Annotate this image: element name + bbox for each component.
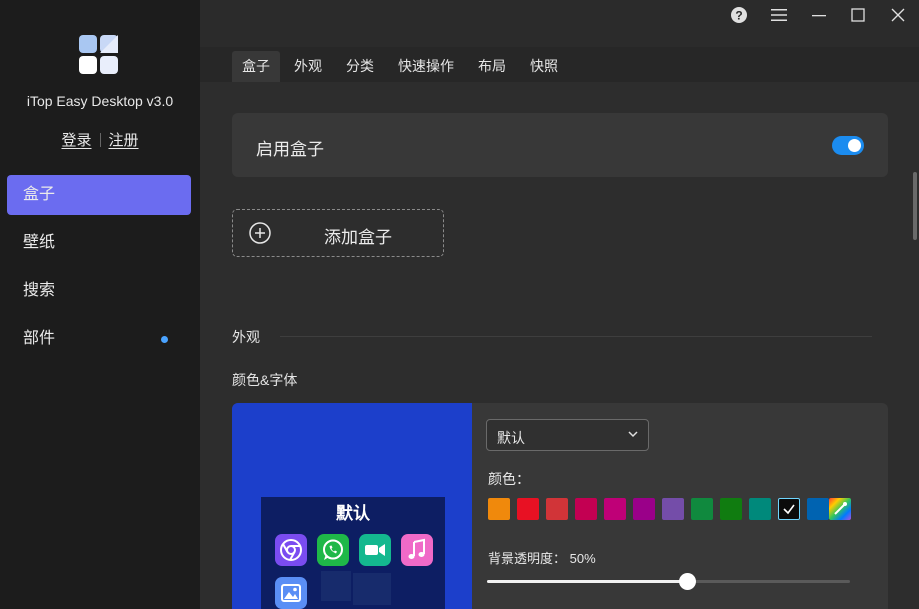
opacity-slider-handle[interactable] xyxy=(678,573,696,590)
custom-color-swatch[interactable] xyxy=(829,498,851,520)
color-swatch[interactable] xyxy=(807,498,829,520)
check-icon xyxy=(783,504,795,515)
eyedropper-icon xyxy=(834,502,847,515)
svg-text:?: ? xyxy=(735,9,742,23)
toggle-knob xyxy=(848,139,861,152)
maximize-icon[interactable] xyxy=(848,5,868,25)
login-link[interactable]: 登录 xyxy=(61,132,91,149)
enable-box-toggle[interactable] xyxy=(832,136,864,155)
sidebar-item-widgets[interactable]: 部件 xyxy=(7,319,191,359)
color-font-title: 颜色&字体 xyxy=(232,372,298,388)
opacity-slider-fill xyxy=(487,580,687,583)
preview-box: 默认 xyxy=(261,497,445,609)
section-divider xyxy=(280,336,872,337)
color-swatch[interactable] xyxy=(604,498,626,520)
opacity-label-text: 背景透明度： xyxy=(488,551,567,566)
sidebar-item-label: 搜索 xyxy=(23,282,56,299)
preview-ghost-tile xyxy=(353,573,391,605)
logo-tile-tl xyxy=(79,35,97,53)
section-title-appearance: 外观 xyxy=(232,329,260,345)
preview-ghost-tile xyxy=(321,571,351,601)
logo-tile-br xyxy=(100,56,118,74)
main-panel: ? 盒子 外观 分类 快速操作 布局 快照 启用盒子 添加盒子 外观 颜色&字体… xyxy=(200,0,919,609)
music-icon xyxy=(401,534,433,566)
box-preview: 默认 xyxy=(232,403,472,609)
tab-appearance[interactable]: 外观 xyxy=(284,51,332,82)
color-swatch[interactable] xyxy=(691,498,713,520)
color-swatch[interactable] xyxy=(575,498,597,520)
sidebar-item-label: 壁纸 xyxy=(23,234,56,251)
opacity-label: 背景透明度： 50% xyxy=(488,548,596,567)
sidebar-item-label: 部件 xyxy=(23,330,56,347)
menu-icon[interactable] xyxy=(769,5,789,25)
app-logo xyxy=(79,35,119,75)
auth-divider xyxy=(99,133,101,147)
tab-category[interactable]: 分类 xyxy=(336,51,384,82)
whatsapp-icon xyxy=(317,534,349,566)
tab-quick-actions[interactable]: 快速操作 xyxy=(388,51,464,82)
color-swatch[interactable] xyxy=(517,498,539,520)
sidebar-item-label: 盒子 xyxy=(23,186,56,203)
preview-box-title: 默认 xyxy=(336,504,370,523)
facetime-icon xyxy=(359,534,391,566)
tab-bar: 盒子 外观 分类 快速操作 布局 快照 xyxy=(200,47,919,82)
color-swatch[interactable] xyxy=(778,498,800,520)
color-label: 颜色： xyxy=(488,471,530,487)
scrollbar-thumb[interactable] xyxy=(913,172,917,240)
chrome-icon xyxy=(275,534,307,566)
color-swatch[interactable] xyxy=(633,498,655,520)
app-title: iTop Easy Desktop v3.0 xyxy=(26,93,174,109)
help-icon[interactable]: ? xyxy=(729,5,749,25)
sidebar-item-box[interactable]: 盒子 xyxy=(7,175,191,215)
content-area: 启用盒子 添加盒子 外观 颜色&字体 默认 默认 颜色： 背景透明度： 50% xyxy=(200,82,919,609)
theme-select-value: 默认 xyxy=(497,430,525,446)
logo-diagonal-icon xyxy=(100,35,118,53)
sidebar-item-wallpaper[interactable]: 壁纸 xyxy=(7,223,191,263)
plus-circle-icon xyxy=(249,222,271,244)
color-swatch[interactable] xyxy=(546,498,568,520)
notification-dot xyxy=(161,336,168,343)
color-swatch[interactable] xyxy=(720,498,742,520)
chevron-down-icon xyxy=(628,431,638,438)
opacity-slider[interactable] xyxy=(487,573,850,590)
tab-layout[interactable]: 布局 xyxy=(468,51,516,82)
sidebar: iTop Easy Desktop v3.0 登录 注册 盒子 壁纸 搜索 部件 xyxy=(0,0,200,609)
color-swatch[interactable] xyxy=(488,498,510,520)
appearance-card: 默认 默认 颜色： 背景透明度： 50% xyxy=(232,403,888,609)
title-bar: ? xyxy=(200,0,919,30)
auth-links: 登录 注册 xyxy=(0,129,200,150)
opacity-value: 50% xyxy=(569,551,596,566)
enable-box-label: 启用盒子 xyxy=(256,140,324,159)
color-swatch[interactable] xyxy=(749,498,771,520)
appearance-settings: 默认 颜色： 背景透明度： 50% xyxy=(472,403,888,609)
close-icon[interactable] xyxy=(888,5,908,25)
sidebar-item-search[interactable]: 搜索 xyxy=(7,271,191,311)
enable-box-row: 启用盒子 xyxy=(232,113,888,177)
minimize-icon[interactable] xyxy=(809,5,829,25)
logo-tile-bl xyxy=(79,56,97,74)
add-box-button[interactable]: 添加盒子 xyxy=(232,209,444,257)
tab-box[interactable]: 盒子 xyxy=(232,51,280,82)
tab-snapshot[interactable]: 快照 xyxy=(520,51,568,82)
add-box-label: 添加盒子 xyxy=(324,228,392,247)
register-link[interactable]: 注册 xyxy=(109,132,139,149)
color-swatch[interactable] xyxy=(662,498,684,520)
photos-icon xyxy=(275,577,307,609)
theme-select[interactable]: 默认 xyxy=(486,419,649,451)
